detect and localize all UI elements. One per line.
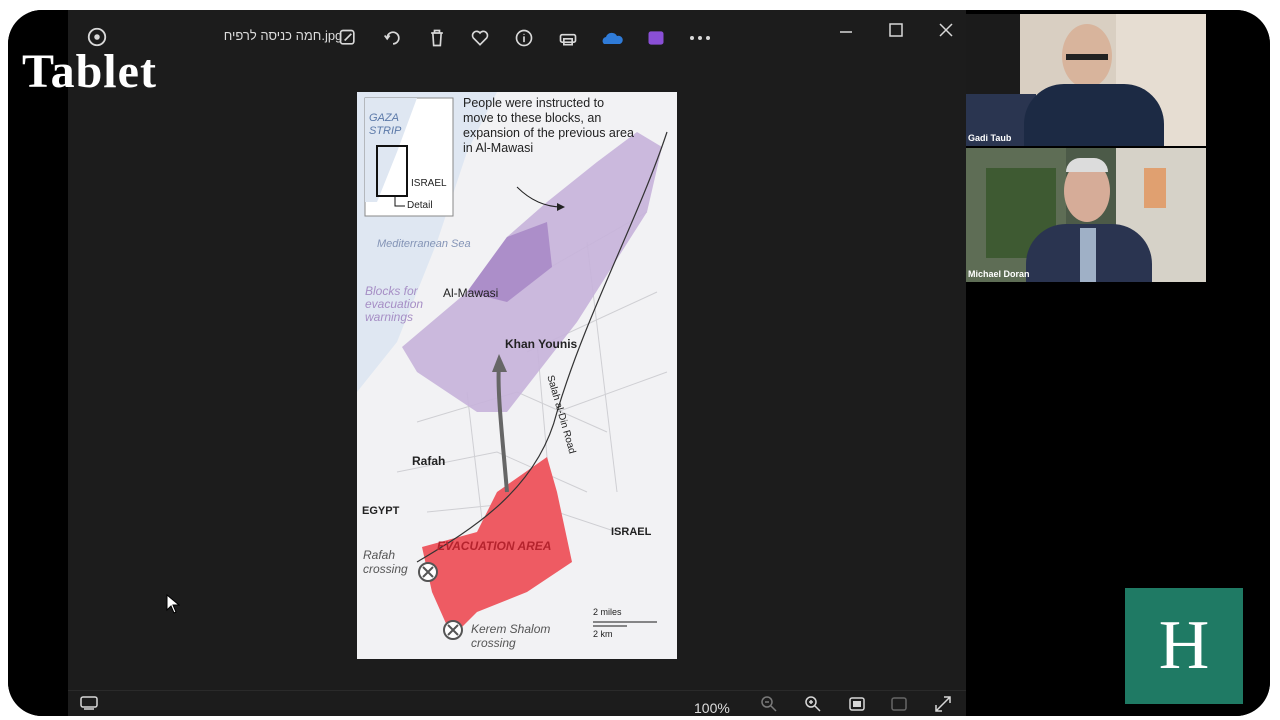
fit-to-window-icon[interactable] <box>848 695 866 713</box>
info-icon[interactable] <box>514 28 534 48</box>
kerem-shalom-label: Kerem Shalom crossing <box>471 622 551 650</box>
filmstrip-icon[interactable] <box>80 695 98 711</box>
zoom-out-icon[interactable] <box>760 695 778 713</box>
print-icon[interactable] <box>558 28 578 48</box>
tablet-logo: Tablet <box>22 45 157 98</box>
fullscreen-icon[interactable] <box>934 695 952 713</box>
evacuation-area-label: EVACUATION AREA <box>437 539 552 553</box>
delete-icon[interactable] <box>427 28 447 48</box>
screen-frame: חמה כניסה לרפיח.jpg 100% Tablet GAZA STR… <box>0 0 1280 720</box>
rotate-icon[interactable] <box>383 28 403 48</box>
actual-size-icon[interactable] <box>890 695 908 713</box>
h-logo: H <box>1125 588 1243 704</box>
more-icon[interactable] <box>688 28 712 48</box>
sea-label: Mediterranean Sea <box>377 238 471 250</box>
inset-gaza-label: GAZA <box>369 112 399 124</box>
blocks-legend-label: Blocks for evacuation warnings <box>365 284 424 324</box>
file-name: חמה כניסה לרפיח.jpg <box>223 28 343 43</box>
left-black-band <box>8 10 68 716</box>
inset-detail-label: Detail <box>407 200 433 211</box>
close-icon[interactable] <box>938 22 954 38</box>
mouse-cursor-icon <box>166 594 180 614</box>
zoom-level: 100% <box>694 700 730 716</box>
inset-strip-label: STRIP <box>369 125 402 137</box>
egypt-label: EGYPT <box>362 505 400 517</box>
participant-video-1: Gadi Taub <box>966 14 1206 146</box>
khan-younis-label: Khan Younis <box>505 337 578 351</box>
onedrive-icon[interactable] <box>600 28 624 48</box>
maximize-icon[interactable] <box>888 22 904 38</box>
participant-name-2: Michael Doran <box>968 269 1030 279</box>
edit-icon[interactable] <box>338 28 358 48</box>
map-note: People were instructed to move to these … <box>463 96 634 155</box>
clipchamp-icon[interactable] <box>646 28 666 48</box>
scale-miles-label: 2 miles <box>593 607 622 617</box>
rafah-label: Rafah <box>412 454 446 468</box>
rafah-crossing-label: Rafah crossing <box>363 548 408 576</box>
viewer-bottom-bar <box>68 690 966 716</box>
zoom-in-icon[interactable] <box>804 695 822 713</box>
israel-label: ISRAEL <box>611 526 652 538</box>
favorite-icon[interactable] <box>470 28 490 48</box>
gaza-map-image: GAZA STRIP ISRAEL Detail People were ins… <box>357 92 677 659</box>
participant-name-1: Gadi Taub <box>968 133 1012 143</box>
minimize-icon[interactable] <box>838 24 854 40</box>
al-mawasi-label: Al-Mawasi <box>443 286 499 300</box>
scale-km-label: 2 km <box>593 629 613 639</box>
inset-israel-label: ISRAEL <box>411 178 447 189</box>
participant-video-2: Michael Doran <box>966 148 1206 282</box>
